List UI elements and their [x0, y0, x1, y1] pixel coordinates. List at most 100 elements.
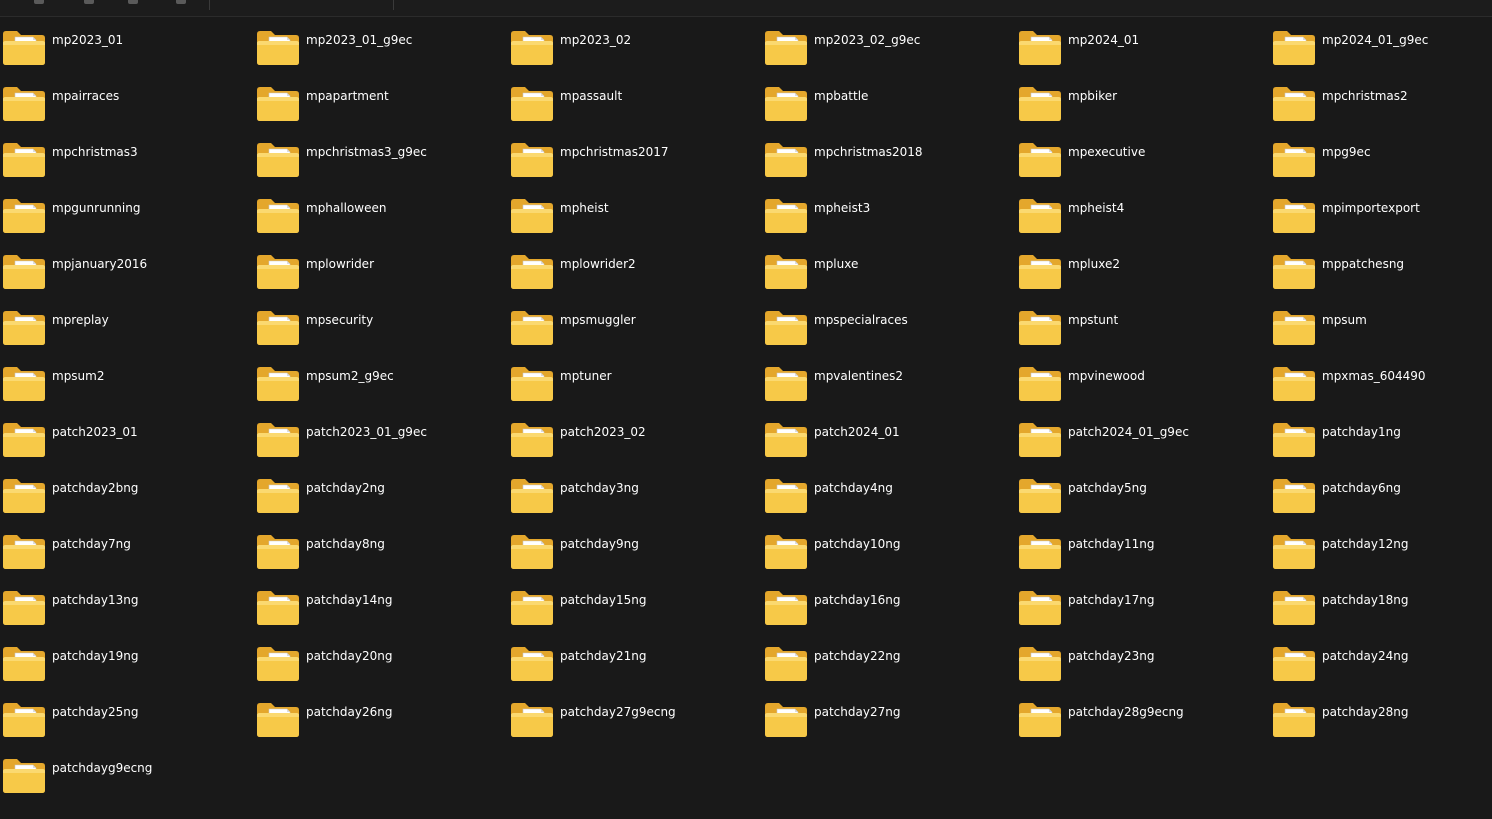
folder-icon: [764, 590, 808, 626]
folder-item[interactable]: mpsum: [1270, 308, 1492, 364]
folder-item[interactable]: patchday7ng: [0, 532, 254, 588]
folder-item[interactable]: mpspecialraces: [762, 308, 1016, 364]
folder-item[interactable]: mpluxe2: [1016, 252, 1270, 308]
folder-item[interactable]: mp2023_01_g9ec: [254, 28, 508, 84]
delete-icon[interactable]: [176, 0, 186, 4]
folder-item[interactable]: mpchristmas3_g9ec: [254, 140, 508, 196]
folder-item[interactable]: patchday15ng: [508, 588, 762, 644]
folder-item[interactable]: patchday24ng: [1270, 644, 1492, 700]
folder-item[interactable]: patch2023_01: [0, 420, 254, 476]
folder-item[interactable]: mpsum2: [0, 364, 254, 420]
folder-item[interactable]: patchday28ng: [1270, 700, 1492, 756]
folder-item[interactable]: mp2023_01: [0, 28, 254, 84]
folder-item[interactable]: patch2023_01_g9ec: [254, 420, 508, 476]
folder-item[interactable]: mpsecurity: [254, 308, 508, 364]
folder-icon: [1272, 646, 1316, 682]
folder-item[interactable]: mpgunrunning: [0, 196, 254, 252]
folder-item[interactable]: mpjanuary2016: [0, 252, 254, 308]
folder-item[interactable]: mpchristmas2017: [508, 140, 762, 196]
folder-item[interactable]: mpchristmas2: [1270, 84, 1492, 140]
folder-item[interactable]: patchday20ng: [254, 644, 508, 700]
folder-item[interactable]: mpimportexport: [1270, 196, 1492, 252]
folder-name: patchday3ng: [560, 481, 639, 495]
folder-icon: [510, 310, 554, 346]
folder-item[interactable]: patchday1ng: [1270, 420, 1492, 476]
folder-name: patchday9ng: [560, 537, 639, 551]
folder-item[interactable]: patchday27ng: [762, 700, 1016, 756]
folder-item[interactable]: patchday6ng: [1270, 476, 1492, 532]
folder-item[interactable]: mpreplay: [0, 308, 254, 364]
folder-name: mpapartment: [306, 89, 389, 103]
folder-item[interactable]: mpsmuggler: [508, 308, 762, 364]
folder-item[interactable]: patchday3ng: [508, 476, 762, 532]
folder-item[interactable]: mpbiker: [1016, 84, 1270, 140]
folder-item[interactable]: mpstunt: [1016, 308, 1270, 364]
folder-item[interactable]: patchday5ng: [1016, 476, 1270, 532]
folder-item[interactable]: mpvalentines2: [762, 364, 1016, 420]
folder-item[interactable]: patchday18ng: [1270, 588, 1492, 644]
folder-item[interactable]: mp2024_01: [1016, 28, 1270, 84]
folder-item[interactable]: patchday27g9ecng: [508, 700, 762, 756]
folder-item[interactable]: patchday19ng: [0, 644, 254, 700]
folder-item[interactable]: mpassault: [508, 84, 762, 140]
folder-item[interactable]: mpluxe: [762, 252, 1016, 308]
folder-item[interactable]: mpbattle: [762, 84, 1016, 140]
folder-item[interactable]: patchday23ng: [1016, 644, 1270, 700]
folder-icon: [510, 142, 554, 178]
folder-item[interactable]: patchday16ng: [762, 588, 1016, 644]
folder-item[interactable]: mpsum2_g9ec: [254, 364, 508, 420]
folder-item[interactable]: mpheist4: [1016, 196, 1270, 252]
folder-item[interactable]: patchday2ng: [254, 476, 508, 532]
folder-name: mpchristmas2018: [814, 145, 923, 159]
folder-item[interactable]: patchday4ng: [762, 476, 1016, 532]
folder-item[interactable]: mppatchesng: [1270, 252, 1492, 308]
folder-item[interactable]: mpg9ec: [1270, 140, 1492, 196]
folder-name: mpsmuggler: [560, 313, 636, 327]
folder-item[interactable]: mpapartment: [254, 84, 508, 140]
folder-item[interactable]: mpvinewood: [1016, 364, 1270, 420]
folder-item[interactable]: patchday11ng: [1016, 532, 1270, 588]
folder-icon: [256, 30, 300, 66]
folder-item[interactable]: patchday26ng: [254, 700, 508, 756]
share-icon[interactable]: [84, 0, 94, 4]
folder-item[interactable]: mplowrider2: [508, 252, 762, 308]
folder-icon: [1018, 30, 1062, 66]
folder-item[interactable]: mpchristmas3: [0, 140, 254, 196]
folder-item[interactable]: patchday22ng: [762, 644, 1016, 700]
folder-item[interactable]: mplowrider: [254, 252, 508, 308]
folder-item[interactable]: mp2023_02: [508, 28, 762, 84]
folder-item[interactable]: mpheist3: [762, 196, 1016, 252]
folder-icon: [2, 198, 46, 234]
folder-name: mpreplay: [52, 313, 109, 327]
folder-item[interactable]: patch2023_02: [508, 420, 762, 476]
folder-item[interactable]: patchday13ng: [0, 588, 254, 644]
folder-item[interactable]: mptuner: [508, 364, 762, 420]
view-icon[interactable]: [34, 0, 44, 4]
folder-icon: [764, 142, 808, 178]
folder-name: mpg9ec: [1322, 145, 1371, 159]
folder-item[interactable]: mpxmas_604490: [1270, 364, 1492, 420]
folder-item[interactable]: patchdayg9ecng: [0, 756, 254, 812]
folder-item[interactable]: patchday17ng: [1016, 588, 1270, 644]
folder-item[interactable]: patchday28g9ecng: [1016, 700, 1270, 756]
folder-item[interactable]: mpheist: [508, 196, 762, 252]
folder-item[interactable]: patchday8ng: [254, 532, 508, 588]
folder-item[interactable]: patchday9ng: [508, 532, 762, 588]
folder-item[interactable]: patchday10ng: [762, 532, 1016, 588]
folder-item[interactable]: mpchristmas2018: [762, 140, 1016, 196]
folder-item[interactable]: patch2024_01_g9ec: [1016, 420, 1270, 476]
folder-icon: [1018, 590, 1062, 626]
folder-item[interactable]: mp2024_01_g9ec: [1270, 28, 1492, 84]
folder-item[interactable]: patchday12ng: [1270, 532, 1492, 588]
copy-icon[interactable]: [128, 0, 138, 4]
folder-item[interactable]: patchday21ng: [508, 644, 762, 700]
folder-item[interactable]: mphalloween: [254, 196, 508, 252]
folder-icon: [764, 198, 808, 234]
folder-item[interactable]: mp2023_02_g9ec: [762, 28, 1016, 84]
folder-item[interactable]: mpexecutive: [1016, 140, 1270, 196]
folder-item[interactable]: mpairraces: [0, 84, 254, 140]
folder-item[interactable]: patch2024_01: [762, 420, 1016, 476]
folder-item[interactable]: patchday25ng: [0, 700, 254, 756]
folder-item[interactable]: patchday14ng: [254, 588, 508, 644]
folder-item[interactable]: patchday2bng: [0, 476, 254, 532]
